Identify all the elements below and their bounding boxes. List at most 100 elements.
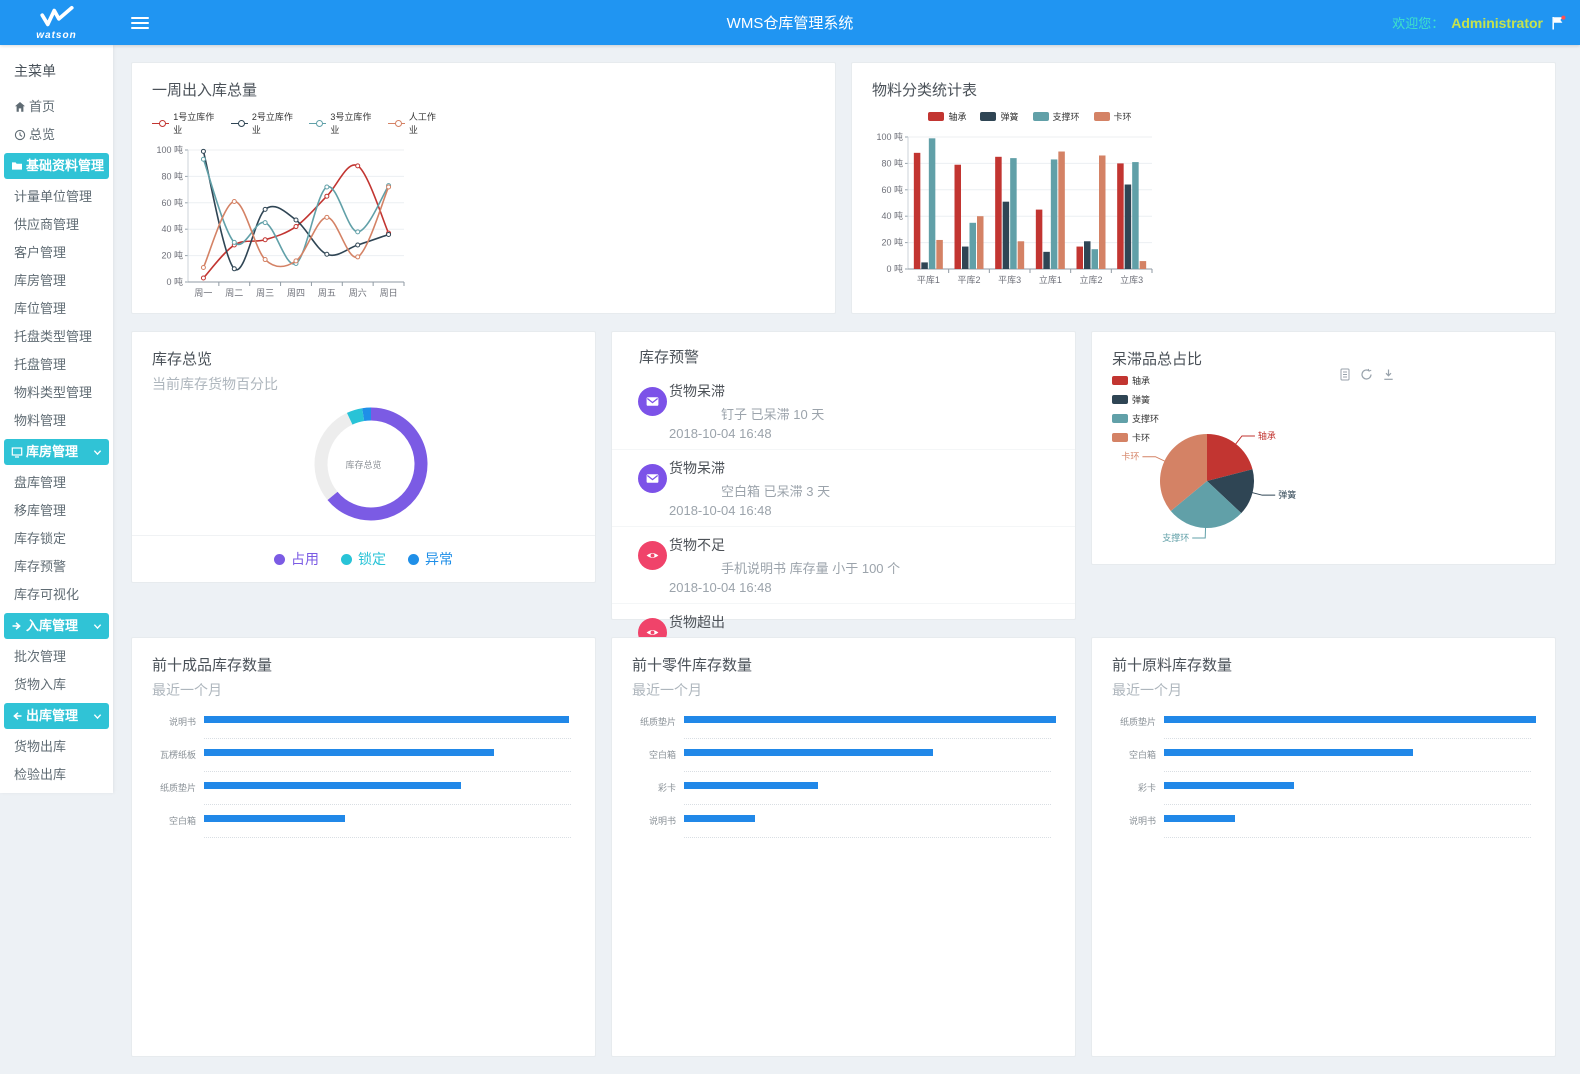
card-weekly-io: 一周出入库总量 1号立库作业2号立库作业3号立库作业人工作业 0 吨20 吨40… — [131, 62, 836, 314]
alert-item[interactable]: 货物呆滞钉子 已呆滞 10 天2018-10-04 16:48 — [612, 373, 1075, 450]
svg-text:60 吨: 60 吨 — [881, 184, 903, 195]
sidebar-item-库位管理[interactable]: 库位管理 — [0, 295, 113, 323]
notification-flag-icon[interactable] — [1550, 15, 1566, 31]
donut-legend-item[interactable]: 锁定 — [341, 549, 386, 569]
legend-rect-marker — [980, 112, 996, 121]
sidebar-item-货物出库[interactable]: 货物出库 — [0, 733, 113, 761]
hbar-label: 纸质垫片 — [632, 715, 676, 728]
legend-label: 弹簧 — [1000, 110, 1018, 123]
hbar-bar[interactable] — [1164, 782, 1294, 789]
sidebar-item-供应商管理[interactable]: 供应商管理 — [0, 211, 113, 239]
svg-text:周四: 周四 — [287, 288, 305, 298]
alert-description: 空白箱 已呆滞 3 天 — [669, 481, 1055, 500]
top-finished-hbar-chart[interactable]: 说明书瓦楞纸板纸质垫片空白箱 — [152, 714, 571, 1004]
hbar-bar[interactable] — [204, 782, 461, 789]
chevron-down-icon — [93, 712, 102, 721]
app-title: WMS仓库管理系统 — [727, 12, 854, 33]
alert-timestamp: 2018-10-04 16:48 — [669, 426, 1055, 441]
svg-text:0 吨: 0 吨 — [886, 263, 903, 274]
svg-text:20 吨: 20 吨 — [161, 250, 183, 261]
top-parts-hbar-chart[interactable]: 纸质垫片空白箱彩卡说明书 — [632, 714, 1051, 1004]
sidebar-item-批次管理[interactable]: 批次管理 — [0, 643, 113, 671]
sidebar-item-首页[interactable]: 首页 — [0, 93, 113, 121]
sidebar-item-label: 计量单位管理 — [14, 183, 92, 211]
alert-item[interactable]: 货物呆滞空白箱 已呆滞 3 天2018-10-04 16:48 — [612, 450, 1075, 527]
hbar-gridline — [204, 771, 571, 772]
sidebar-item-label: 盘库管理 — [14, 469, 66, 497]
sidebar-item-库房管理[interactable]: 库房管理 — [4, 439, 109, 465]
legend-label: 1号立库作业 — [173, 110, 216, 136]
hbar-label: 说明书 — [1112, 814, 1156, 827]
hbar-bar[interactable] — [1164, 716, 1536, 723]
svg-text:周六: 周六 — [349, 287, 367, 298]
brand-name: watson — [36, 30, 76, 41]
svg-text:卡环: 卡环 — [1121, 451, 1139, 462]
card-top-finished: 前十成品库存数量 最近一个月 说明书瓦楞纸板纸质垫片空白箱 — [131, 637, 596, 1057]
alert-description: 钉子 已呆滞 10 天 — [669, 404, 1055, 423]
legend-item[interactable]: 1号立库作业 — [152, 110, 217, 136]
sidebar-item-物料类型管理[interactable]: 物料类型管理 — [0, 379, 113, 407]
hbar-bar[interactable] — [684, 782, 818, 789]
sidebar-item-库存锁定[interactable]: 库存锁定 — [0, 525, 113, 553]
hbar-label: 纸质垫片 — [152, 781, 196, 794]
legend-item[interactable]: 3号立库作业 — [309, 110, 374, 136]
sidebar-item-货物入库[interactable]: 货物入库 — [0, 671, 113, 699]
material-bar-chart[interactable]: 0 吨20 吨40 吨60 吨80 吨100 吨平库1平库2平库3立库1立库2立… — [872, 123, 1532, 295]
envelope-icon — [638, 464, 667, 493]
card-subtitle: 最近一个月 — [132, 675, 595, 700]
donut-legend-item[interactable]: 异常 — [408, 549, 453, 569]
hbar-bar[interactable] — [684, 716, 1056, 723]
hbar-bar[interactable] — [204, 716, 569, 723]
hbar-label: 空白箱 — [152, 814, 196, 827]
hbar-bar[interactable] — [1164, 815, 1235, 822]
alert-list: 货物呆滞钉子 已呆滞 10 天2018-10-04 16:48货物呆滞空白箱 已… — [612, 373, 1075, 680]
card-material-stats: 物料分类统计表 轴承弹簧支撑环卡环 0 吨20 吨40 吨60 吨80 吨100… — [851, 62, 1556, 314]
alert-item[interactable]: 货物不足手机说明书 库存量 小于 100 个2018-10-04 16:48 — [612, 527, 1075, 604]
hbar-bar[interactable] — [684, 749, 933, 756]
sidebar-item-托盘类型管理[interactable]: 托盘类型管理 — [0, 323, 113, 351]
legend-item[interactable]: 弹簧 — [980, 110, 1018, 123]
svg-text:立库3: 立库3 — [1120, 274, 1143, 285]
sidebar-item-检验出库[interactable]: 检验出库 — [0, 761, 113, 789]
sidebar-item-label: 批次管理 — [14, 643, 66, 671]
sidebar-item-移库管理[interactable]: 移库管理 — [0, 497, 113, 525]
username[interactable]: Administrator — [1451, 15, 1543, 31]
folder-icon — [11, 160, 23, 172]
stagnant-pie-chart[interactable]: 轴承弹簧支撑环卡环 — [1092, 360, 1557, 560]
legend-item[interactable]: 轴承 — [928, 110, 966, 123]
sidebar-item-物料管理[interactable]: 物料管理 — [0, 407, 113, 435]
weekly-io-line-chart[interactable]: 0 吨20 吨40 吨60 吨80 吨100 吨周一周二周三周四周五周六周日 — [152, 136, 812, 308]
legend-item[interactable]: 卡环 — [1094, 110, 1132, 123]
legend-label: 2号立库作业 — [252, 110, 295, 136]
sidebar-item-库房管理[interactable]: 库房管理 — [0, 267, 113, 295]
legend-item[interactable]: 2号立库作业 — [231, 110, 296, 136]
app-logo[interactable]: watson — [0, 0, 113, 45]
hbar-label: 说明书 — [152, 715, 196, 728]
hbar-bar[interactable] — [1164, 749, 1413, 756]
legend-line-marker — [152, 123, 169, 124]
sidebar-item-总览[interactable]: 总览 — [0, 121, 113, 149]
sidebar-item-托盘管理[interactable]: 托盘管理 — [0, 351, 113, 379]
sidebar-item-库存预警[interactable]: 库存预警 — [0, 553, 113, 581]
menu-toggle-icon[interactable] — [131, 14, 149, 32]
sidebar-item-基础资料管理[interactable]: 基础资料管理 — [4, 153, 109, 179]
card-title: 库存总览 — [132, 332, 595, 369]
donut-legend-item[interactable]: 占用 — [274, 549, 319, 569]
sidebar-item-label: 物料类型管理 — [14, 379, 92, 407]
legend-label: 人工作业 — [409, 110, 440, 136]
sidebar-item-盘库管理[interactable]: 盘库管理 — [0, 469, 113, 497]
sidebar-item-计量单位管理[interactable]: 计量单位管理 — [0, 183, 113, 211]
hbar-bar[interactable] — [684, 815, 755, 822]
sidebar-item-入库管理[interactable]: 入库管理 — [4, 613, 109, 639]
sidebar-item-库存可视化[interactable]: 库存可视化 — [0, 581, 113, 609]
hbar-bar[interactable] — [204, 749, 494, 756]
sidebar-item-出库管理[interactable]: 出库管理 — [4, 703, 109, 729]
sidebar-item-客户管理[interactable]: 客户管理 — [0, 239, 113, 267]
legend-item[interactable]: 支撑环 — [1033, 110, 1080, 123]
sidebar-item-label: 托盘管理 — [14, 351, 66, 379]
sidebar-item-label: 检验出库 — [14, 761, 66, 789]
hbar-bar[interactable] — [204, 815, 345, 822]
top-raw-hbar-chart[interactable]: 纸质垫片空白箱彩卡说明书 — [1112, 714, 1531, 1004]
welcome-label: 欢迎您： — [1392, 13, 1444, 32]
legend-item[interactable]: 人工作业 — [388, 110, 440, 136]
